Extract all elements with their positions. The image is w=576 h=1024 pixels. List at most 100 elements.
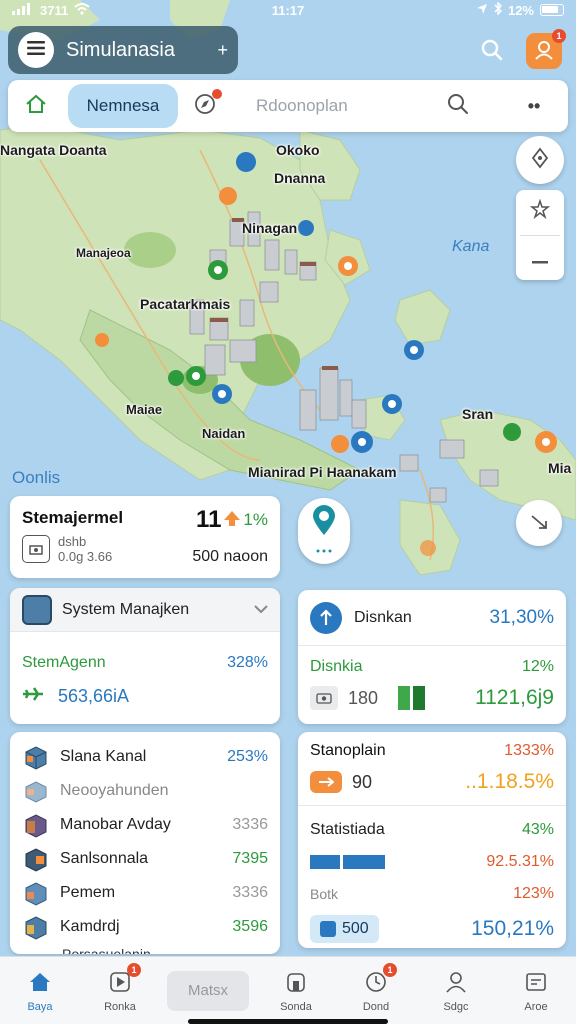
list-item-name: Sanlsonnala	[60, 850, 149, 867]
list-item[interactable]: Sanlsonnala 7395	[22, 842, 268, 876]
location-arrow-icon	[476, 3, 488, 18]
dispatch-big-value: 1121,6j9	[474, 686, 554, 709]
zoom-out-button[interactable]	[516, 235, 564, 280]
list-item-value: 3336	[232, 884, 268, 901]
tab-strip: Nemnesa Rdoonoplan ••	[8, 80, 568, 132]
play-icon: 1	[107, 962, 141, 995]
search-icon	[481, 39, 503, 66]
zoom-in-icon	[529, 198, 551, 225]
list-item-name: Pemem	[60, 884, 116, 901]
map-label: Sran	[462, 406, 494, 422]
stats-card[interactable]: Stanoplain 1333% 90 ..1.18.5% Statistiad…	[298, 732, 566, 948]
list-item-name: Kamdrdj	[60, 918, 120, 935]
home-tab[interactable]	[16, 86, 56, 126]
stat-card[interactable]: Stemajermel 11 1% dshb 0.0g 3.66 500 nao…	[10, 496, 280, 578]
system-card[interactable]: System Manajken StemAgenn 328% 563,66iA	[10, 588, 280, 724]
building-icon	[283, 969, 309, 995]
stats-top-num: 90	[352, 771, 373, 792]
list-item[interactable]: Neooyahunden	[22, 774, 268, 808]
stat-sub-line1: dshb	[58, 534, 87, 549]
cube-icon	[22, 880, 50, 906]
app-bar: Simulanasia +	[8, 26, 238, 74]
dispatch-card-title: Disnkan	[354, 608, 412, 626]
more-button[interactable]: ••	[518, 90, 550, 122]
top-search-button[interactable]	[474, 36, 510, 68]
pin-dots-icon	[314, 541, 334, 559]
dispatch-card-value: 31,30%	[489, 606, 554, 628]
stats-row-label: Statistiada	[310, 821, 385, 838]
up-arrow-icon	[223, 506, 241, 534]
home-icon	[27, 969, 53, 995]
list-item-name: Slana Kanal	[60, 748, 147, 765]
compass-badge-dot	[212, 89, 222, 99]
stats-row-value: 123%	[513, 885, 554, 902]
menu-button[interactable]	[18, 32, 54, 68]
dispatch-icon	[310, 601, 342, 634]
nav-item-clock[interactable]: 1 Dond	[336, 957, 416, 1024]
nav-label: Dond	[362, 1000, 390, 1013]
chevron-down-icon[interactable]	[254, 601, 268, 619]
zoom-in-button[interactable]	[516, 190, 564, 235]
strip-search-button[interactable]	[442, 90, 474, 122]
map-label: Oonlis	[12, 468, 61, 487]
map-compass-button[interactable]	[516, 136, 564, 184]
cube-icon	[22, 914, 50, 940]
map-label: Pacatarkmais	[140, 296, 231, 312]
tab-active-label: Nemnesa	[86, 96, 160, 115]
stats-row: Botk 123%	[310, 878, 554, 910]
locate-button[interactable]	[516, 500, 562, 546]
nav-item-building[interactable]: Sonda	[256, 957, 336, 1024]
cube-icon	[22, 812, 50, 838]
list-item-name: Manobar Avday	[60, 816, 171, 833]
list-item[interactable]: Slana Kanal 253%	[22, 740, 268, 774]
dispatch-card[interactable]: Disnkan 31,30% Disnkia 12% 180 1121,6j9	[298, 590, 566, 724]
list-footer: Porsasuelanin	[62, 946, 151, 954]
stats-row: 500 150,21%	[310, 910, 554, 948]
tab-active[interactable]: Nemnesa	[68, 84, 178, 128]
stats-box-label: 500	[342, 920, 369, 937]
nav-item-center[interactable]: Matsx	[160, 957, 256, 1024]
nav-item-home[interactable]: Baya	[0, 957, 80, 1024]
nav-item-user[interactable]: Sdgc	[416, 957, 496, 1024]
map-label: Mianirad Pi Haanakam	[248, 464, 397, 480]
avatar-icon	[533, 38, 555, 65]
stat-card-value: 11 1%	[196, 506, 268, 534]
nav-item-play[interactable]: 1 Ronka	[80, 957, 160, 1024]
list-card: Slana Kanal 253% Neooyahunden Manobar Av…	[10, 732, 280, 954]
bluetooth-icon	[494, 1, 503, 18]
navigation-arrow-icon	[529, 511, 549, 536]
app-title: Simulanasia	[66, 38, 175, 61]
stats-box[interactable]: 500	[310, 915, 379, 943]
title-add-button[interactable]: +	[217, 40, 228, 61]
battery-icon	[540, 4, 564, 16]
dispatch-row-value: 12%	[521, 658, 554, 675]
stats-row: 92.5.31%	[310, 846, 554, 878]
map-pin-icon	[311, 504, 337, 541]
nav-item-box[interactable]: Aroe	[496, 957, 576, 1024]
list-item[interactable]: Manobar Avday 3336	[22, 808, 268, 842]
avatar-badge: 1	[552, 29, 566, 43]
list-item[interactable]: Pemem 3336	[22, 876, 268, 910]
bar-chart-icon	[398, 686, 426, 710]
nav-badge: 1	[383, 962, 397, 977]
system-row-label: StemAgenn	[22, 654, 106, 671]
cube-icon	[22, 846, 50, 872]
hamburger-icon	[27, 40, 45, 60]
nav-label: Baya	[27, 1000, 53, 1013]
nav-pill-button[interactable]: Matsx	[167, 970, 249, 1011]
battery-percent: 12%	[507, 2, 534, 18]
map-label: Okoko	[276, 142, 320, 158]
nav-label: Sonda	[280, 1000, 312, 1013]
map-label: Nangata Doanta	[0, 142, 107, 158]
toggle-icon[interactable]	[310, 771, 342, 793]
stats-row-label: Botk	[310, 886, 339, 902]
system-card-header[interactable]: System Manajken	[10, 588, 280, 632]
compass-tab[interactable]	[190, 89, 222, 121]
list-item[interactable]: Kamdrdj 3596	[22, 910, 268, 944]
stats-row-value: 43%	[521, 821, 554, 838]
search-placeholder[interactable]: Rdoonoplan	[256, 96, 416, 116]
location-pin-button[interactable]	[298, 498, 350, 564]
dispatch-card-header: Disnkan 31,30%	[298, 590, 566, 646]
list-item-value: 3596	[232, 918, 268, 935]
profile-avatar-button[interactable]: 1	[526, 29, 566, 69]
